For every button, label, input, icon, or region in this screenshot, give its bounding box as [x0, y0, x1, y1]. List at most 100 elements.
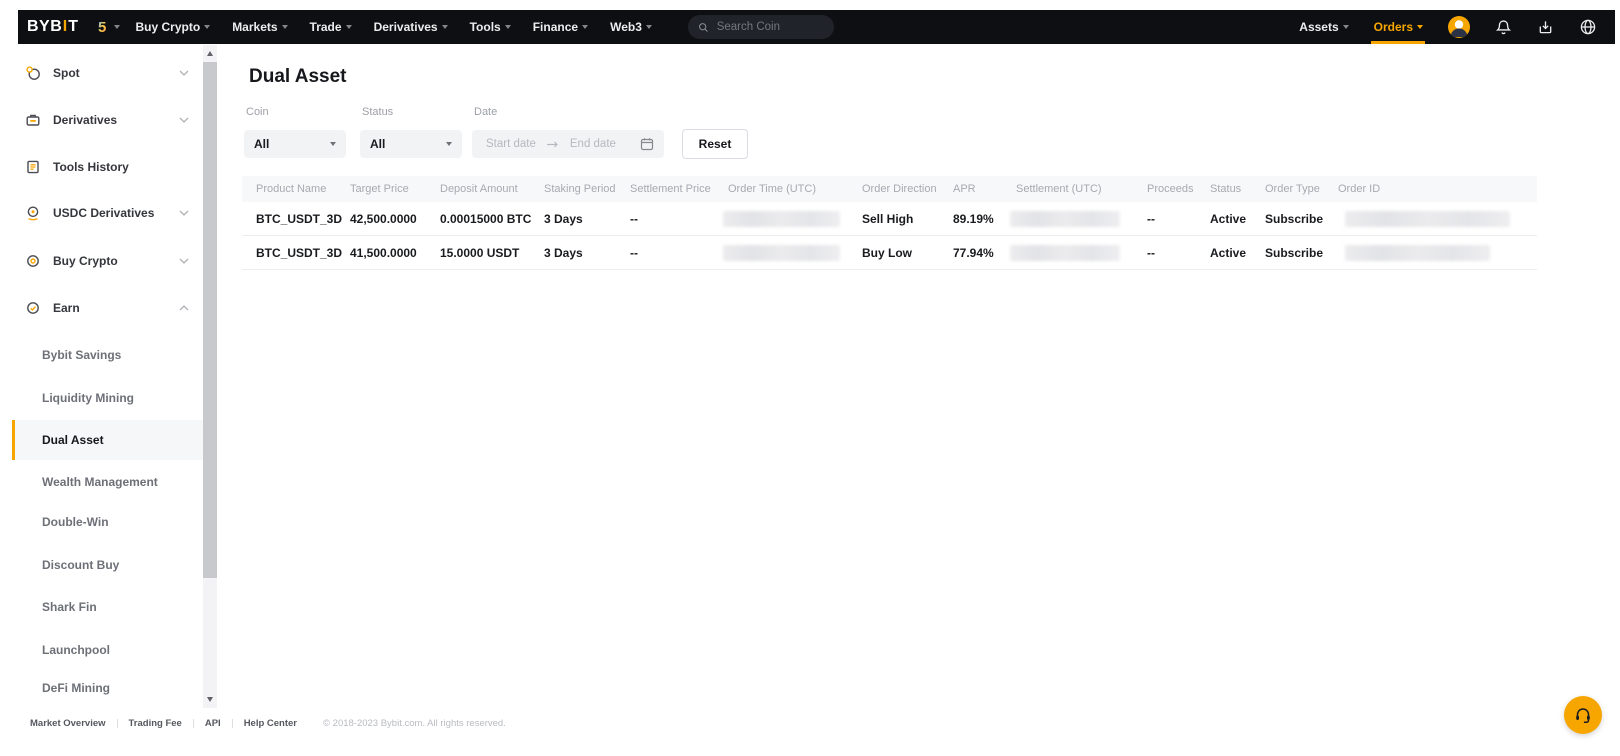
nav-item-buy-crypto[interactable]: Buy Crypto [136, 10, 211, 44]
sidebar-item-double-win[interactable]: Double-Win [12, 508, 203, 536]
order-type: Subscribe [1265, 246, 1323, 260]
sidebar-item-defi-mining[interactable]: DeFi Mining [12, 674, 203, 702]
sidebar-scrollbar[interactable] [203, 45, 217, 708]
account-avatar-button[interactable] [1448, 10, 1470, 44]
column-settlement-utc: Settlement (UTC) [1002, 183, 1133, 195]
sidebar-item-earn[interactable]: Earn [12, 294, 203, 322]
desktop-app-download-button[interactable] [1537, 10, 1554, 44]
column-settlement-price: Settlement Price [616, 183, 714, 195]
proceeds: -- [1147, 246, 1155, 260]
top-nav: BYBIT 5 Buy Crypto Markets Trade Derivat… [18, 10, 1615, 44]
apr-value: 89.19% [953, 212, 994, 226]
start-date-input[interactable]: Start date [486, 138, 536, 150]
status-filter-select[interactable]: All [360, 130, 462, 158]
product-name: BTC_USDT_3D [256, 212, 342, 226]
nav-item-assets[interactable]: Assets [1299, 10, 1348, 44]
target-price: 41,500.0000 [350, 246, 417, 260]
nav-item-tools[interactable]: Tools [470, 10, 511, 44]
order-type: Subscribe [1265, 212, 1323, 226]
coin-search[interactable] [688, 15, 834, 39]
scroll-up-arrow-icon[interactable] [207, 51, 213, 56]
nav-item-derivatives[interactable]: Derivatives [374, 10, 448, 44]
scrollbar-thumb[interactable] [203, 62, 217, 578]
chevron-down-icon [346, 25, 352, 29]
settlement-price: -- [630, 212, 638, 226]
column-order-id: Order ID [1324, 183, 1537, 195]
page-title: Dual Asset [249, 66, 347, 88]
anniversary-5-menu[interactable]: 5 [97, 18, 120, 36]
footer: Market Overview Trading Fee API Help Cen… [30, 718, 506, 729]
search-input[interactable] [715, 20, 824, 34]
nav-item-orders[interactable]: Orders [1374, 10, 1423, 44]
nav-item-trade[interactable]: Trade [310, 10, 352, 44]
sidebar-item-buy-crypto[interactable]: Buy Crypto [12, 247, 203, 275]
svg-text:5: 5 [98, 19, 106, 36]
tools-history-icon [25, 159, 41, 175]
footer-link-trading-fee[interactable]: Trading Fee [129, 718, 182, 729]
table-row: BTC_USDT_3D 42,500.0000 0.00015000 BTC 3… [242, 202, 1537, 236]
divider [193, 719, 194, 728]
nav-item-finance[interactable]: Finance [533, 10, 588, 44]
coin-filter-select[interactable]: All [244, 130, 346, 158]
sidebar-item-shark-fin[interactable]: Shark Fin [12, 593, 203, 621]
chevron-down-icon [1343, 25, 1349, 29]
date-filter-label: Date [474, 106, 497, 118]
language-button[interactable] [1579, 10, 1597, 44]
settlement-price: -- [630, 246, 638, 260]
notifications-button[interactable] [1495, 10, 1512, 44]
chevron-down-icon [179, 70, 189, 76]
sidebar-item-derivatives[interactable]: Derivatives [12, 106, 203, 134]
apr-value: 77.94% [953, 246, 994, 260]
deposit-amount: 15.0000 USDT [440, 246, 519, 260]
redacted-order-id [1345, 245, 1490, 261]
range-arrow-icon [546, 140, 560, 148]
nav-item-web3[interactable]: Web3 [610, 10, 652, 44]
chevron-down-icon [204, 25, 210, 29]
sidebar-item-spot[interactable]: Spot [12, 59, 203, 87]
logo-text: BYB [27, 18, 62, 36]
bybit-app: BYBIT 5 Buy Crypto Markets Trade Derivat… [0, 0, 1620, 756]
customer-support-button[interactable] [1564, 696, 1602, 734]
nav-item-markets[interactable]: Markets [232, 10, 287, 44]
footer-link-help-center[interactable]: Help Center [244, 718, 297, 729]
nav-right: Assets Orders [1274, 10, 1597, 44]
chevron-down-icon [442, 25, 448, 29]
sidebar-item-tools-history[interactable]: Tools History [12, 153, 203, 181]
avatar-icon [1448, 16, 1470, 38]
proceeds: -- [1147, 212, 1155, 226]
bell-icon [1495, 19, 1512, 36]
chevron-up-icon [179, 305, 189, 311]
sidebar-item-wealth-management[interactable]: Wealth Management [12, 468, 203, 496]
end-date-input[interactable]: End date [570, 138, 616, 150]
order-direction: Sell High [862, 212, 913, 226]
sidebar-item-discount-buy[interactable]: Discount Buy [12, 551, 203, 579]
buy-crypto-icon [25, 253, 41, 269]
chevron-down-icon [582, 25, 588, 29]
column-order-type: Order Type [1251, 183, 1324, 195]
chevron-down-icon [330, 142, 336, 146]
sidebar-item-usdc-derivatives[interactable]: USDC Derivatives [12, 199, 203, 227]
sidebar-item-liquidity-mining[interactable]: Liquidity Mining [12, 384, 203, 412]
five-icon: 5 [97, 18, 111, 36]
footer-link-market-overview[interactable]: Market Overview [30, 718, 106, 729]
status-badge: Active [1210, 246, 1246, 260]
redacted-order-time [723, 245, 840, 261]
scroll-down-arrow-icon[interactable] [207, 697, 213, 702]
reset-button[interactable]: Reset [682, 129, 748, 159]
avatar [1448, 16, 1470, 38]
search-icon [698, 21, 709, 34]
chevron-down-icon [179, 210, 189, 216]
copyright: © 2018-2023 Bybit.com. All rights reserv… [323, 718, 506, 729]
sidebar: Spot Derivatives Tools History USDC Deri… [12, 44, 203, 712]
column-order-direction: Order Direction [848, 183, 939, 195]
chevron-down-icon [282, 25, 288, 29]
footer-link-api[interactable]: API [205, 718, 221, 729]
product-name: BTC_USDT_3D [256, 246, 342, 260]
chevron-down-icon [1417, 25, 1423, 29]
sidebar-item-launchpool[interactable]: Launchpool [12, 636, 203, 664]
bybit-logo[interactable]: BYBIT [27, 18, 79, 36]
nav-menu: Buy Crypto Markets Trade Derivatives Too… [136, 10, 674, 44]
sidebar-item-bybit-savings[interactable]: Bybit Savings [12, 341, 203, 369]
date-range-picker[interactable]: Start date End date [472, 130, 664, 158]
sidebar-item-dual-asset[interactable]: Dual Asset [12, 426, 203, 454]
